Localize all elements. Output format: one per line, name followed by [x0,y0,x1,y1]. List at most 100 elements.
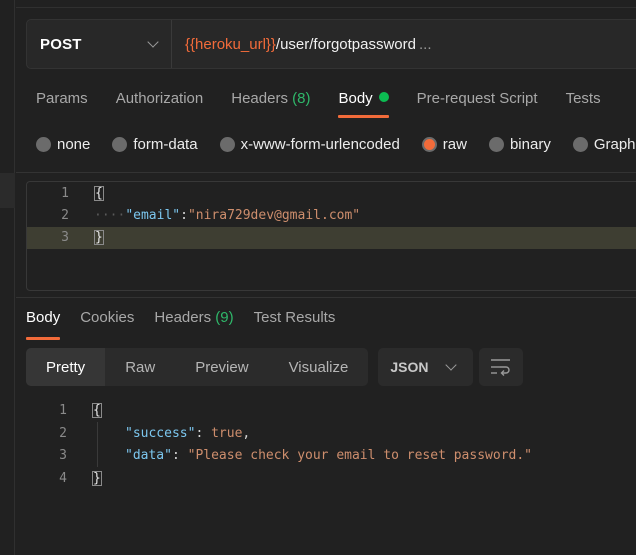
view-mode-segmented: Pretty Raw Preview Visualize [26,348,369,386]
radio-label: form-data [133,135,198,153]
json-key: "email" [125,208,181,223]
response-tabs: Body Cookies Headers (9) Test Results [16,305,636,340]
tab-params[interactable]: Params [26,84,98,118]
close-brace: } [94,230,104,245]
radio-selected-icon [421,136,437,152]
status-dot-icon [378,92,389,102]
url-path: /user/forgotpassword [275,35,416,53]
json-colon: : [195,425,212,441]
method-dropdown[interactable]: POST [27,20,172,68]
radio-x-www-form-urlencoded[interactable]: x-www-form-urlencoded [219,135,400,153]
code-line: 1 { [27,183,636,205]
tab-body[interactable]: Body [328,84,398,118]
radio-icon [572,136,588,152]
tab-label: Tests [565,90,601,107]
tab-label: Cookies [80,309,135,326]
code-line-active: 3 } [27,227,636,249]
chevron-down-icon [445,359,457,371]
divider [16,172,636,173]
body-type-radios: none form-data x-www-form-urlencoded raw… [36,133,636,155]
code-line: 4 } [16,468,636,491]
json-colon: : [171,448,188,463]
radio-label: x-www-form-urlencoded [240,135,400,153]
code-line: 2 ····"email":"nira729dev@gmail.com" [27,205,636,227]
open-brace: { [92,403,102,418]
response-body-viewer[interactable]: 1 { 2 "success": true, 3 "data": "Please… [16,400,636,500]
line-number: 4 [59,470,67,486]
radio-binary[interactable]: binary [488,135,551,153]
whitespace-dots: ···· [94,208,126,223]
method-label: POST [40,35,82,53]
pane-divider[interactable] [16,297,636,298]
tab-label: Authorization [115,90,204,107]
headers-count: (8) [292,90,311,107]
code-line: 1 { [16,400,636,423]
tab-headers[interactable]: Headers (8) [221,84,320,118]
request-tabs: Params Authorization Headers (8) Body Pr… [26,84,636,118]
url-bar: POST {{heroku_url}}/user/forgotpassword.… [26,19,636,69]
radio-label: binary [509,135,551,153]
headers-count: (9) [215,309,234,326]
line-number: 2 [61,208,69,223]
line-number: 3 [61,230,69,245]
open-brace: { [94,186,104,201]
tab-pre-request-script[interactable]: Pre-request Script [407,84,548,118]
tab-label: Headers [154,309,212,326]
radio-icon [36,136,51,152]
format-label: JSON [390,359,429,375]
radio-icon [488,136,504,152]
radio-label: none [57,135,91,153]
close-brace: } [92,470,102,486]
word-wrap-button[interactable] [479,348,524,386]
radio-graphql[interactable]: GraphQL [572,135,636,153]
tab-label: Test Results [253,309,336,326]
sidebar-selected-item[interactable] [0,173,15,208]
view-raw[interactable]: Raw [105,348,175,386]
line-number: 2 [59,425,67,441]
json-key: "data" [125,448,172,463]
radio-label: raw [442,135,467,153]
tab-cookies[interactable]: Cookies [70,305,144,339]
response-toolbar: Pretty Raw Preview Visualize JSON [26,348,524,386]
radio-form-data[interactable]: form-data [112,135,198,153]
radio-raw[interactable]: raw [421,135,467,153]
tab-bar-edge [16,0,636,8]
tab-test-results[interactable]: Test Results [244,305,346,339]
tab-authorization[interactable]: Authorization [106,84,214,118]
code-line: 2 "success": true, [16,423,636,446]
json-value: "nira729dev@gmail.com" [187,208,361,223]
request-body-editor[interactable]: 1 { 2 ····"email":"nira729dev@gmail.com"… [26,181,636,291]
json-colon: : [180,208,188,223]
radio-none[interactable]: none [36,136,90,153]
tab-label: Params [36,90,88,107]
url-ellipsis: ... [419,35,432,53]
tab-label: Body [338,90,373,107]
radio-icon [219,136,235,152]
view-preview[interactable]: Preview [175,348,268,386]
json-key: "success" [125,425,196,441]
line-number: 1 [61,186,69,201]
tab-label: Pre-request Script [416,90,538,107]
tab-label: Headers [231,90,288,107]
tab-response-body[interactable]: Body [16,305,70,340]
sidebar-strip [0,0,15,555]
tab-label: Body [26,309,61,326]
url-input[interactable]: {{heroku_url}}/user/forgotpassword... [172,36,636,53]
format-dropdown[interactable]: JSON [378,348,474,386]
view-visualize[interactable]: Visualize [269,348,369,386]
json-value: true [211,425,243,441]
line-number: 1 [59,403,67,418]
radio-icon [112,136,128,152]
view-pretty[interactable]: Pretty [26,348,106,386]
json-value: "Please check your email to reset passwo… [187,448,532,463]
tab-response-headers[interactable]: Headers (9) [144,305,243,339]
url-variable: {{heroku_url}} [185,35,276,53]
word-wrap-icon [491,359,511,376]
postman-request-view: POST {{heroku_url}}/user/forgotpassword.… [0,0,636,555]
line-number: 3 [59,448,67,463]
json-comma: , [242,425,251,441]
tab-tests[interactable]: Tests [556,84,611,118]
chevron-down-icon [147,36,159,48]
radio-label: GraphQL [593,135,636,153]
code-line: 3 "data": "Please check your email to re… [16,445,636,468]
